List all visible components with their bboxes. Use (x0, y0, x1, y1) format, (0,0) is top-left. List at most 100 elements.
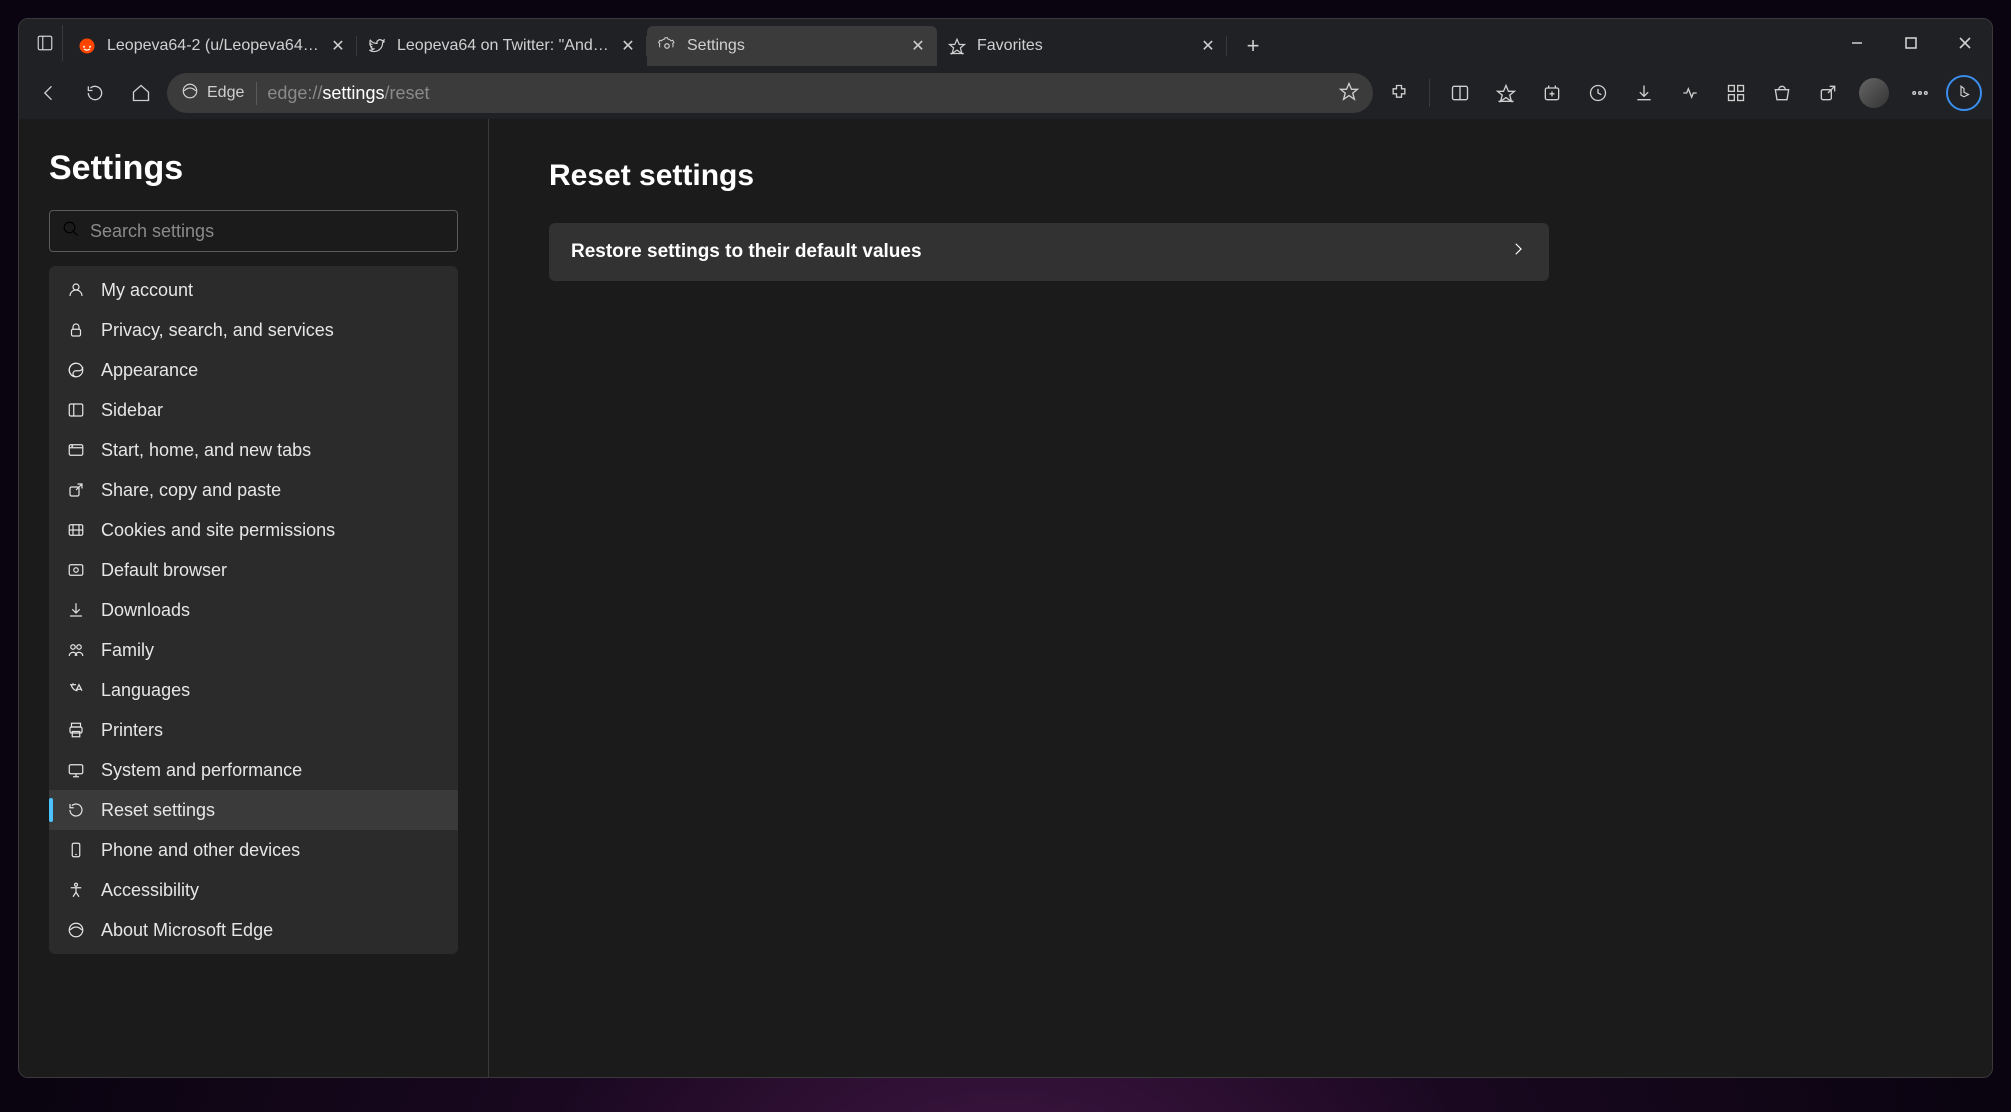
reddit-icon (77, 36, 97, 56)
url-active: settings (322, 83, 384, 103)
sidebar-item-home-tab[interactable]: Start, home, and new tabs (49, 430, 458, 470)
settings-icon (657, 36, 677, 56)
close-tab-button[interactable]: ✕ (619, 37, 637, 55)
site-label: Edge (207, 84, 244, 102)
home-tab-icon (65, 441, 87, 459)
sidebar-item-label: About Microsoft Edge (101, 920, 273, 941)
sidebar-item-lock[interactable]: Privacy, search, and services (49, 310, 458, 350)
collections-button[interactable] (1532, 73, 1572, 113)
sidebar-item-reset[interactable]: Reset settings (49, 790, 458, 830)
bing-chat-button[interactable] (1946, 75, 1982, 111)
new-tab-button[interactable]: + (1235, 28, 1271, 64)
sidebar-item-label: Cookies and site permissions (101, 520, 335, 541)
site-identity[interactable]: Edge (181, 82, 257, 105)
sidebar-item-download[interactable]: Downloads (49, 590, 458, 630)
url-prefix: edge:// (267, 83, 322, 103)
tab-strip: Leopeva64-2 (u/Leopeva64-2) - R ✕ Leopev… (67, 19, 1227, 67)
account-icon (65, 281, 87, 299)
close-tab-button[interactable]: ✕ (909, 37, 927, 55)
favorites-icon (947, 36, 967, 56)
search-settings-input[interactable] (90, 221, 445, 242)
sidebar-icon (65, 401, 87, 419)
tab-title: Settings (687, 37, 899, 55)
minimize-button[interactable] (1830, 19, 1884, 67)
toolbar: Edge edge://settings/reset (19, 67, 1992, 119)
sidebar-item-label: System and performance (101, 760, 302, 781)
downloads-button[interactable] (1624, 73, 1664, 113)
sidebar-item-accessibility[interactable]: Accessibility (49, 870, 458, 910)
restore-defaults-label: Restore settings to their default values (571, 241, 922, 263)
tab-title: Leopeva64-2 (u/Leopeva64-2) - R (107, 37, 319, 55)
search-settings-field[interactable] (49, 210, 458, 252)
back-button[interactable] (29, 73, 69, 113)
apps-button[interactable] (1716, 73, 1756, 113)
sidebar-item-phone[interactable]: Phone and other devices (49, 830, 458, 870)
close-window-button[interactable] (1938, 19, 1992, 67)
share-icon (65, 481, 87, 499)
sidebar-item-label: Appearance (101, 360, 198, 381)
sidebar-item-label: Accessibility (101, 880, 199, 901)
reset-icon (65, 801, 87, 819)
sidebar-item-system[interactable]: System and performance (49, 750, 458, 790)
sidebar-item-family[interactable]: Family (49, 630, 458, 670)
share-page-button[interactable] (1808, 73, 1848, 113)
printer-icon (65, 721, 87, 739)
twitter-icon (367, 36, 387, 56)
close-tab-button[interactable]: ✕ (1199, 37, 1217, 55)
split-screen-button[interactable] (1440, 73, 1480, 113)
lock-icon (65, 321, 87, 339)
family-icon (65, 641, 87, 659)
sidebar-item-label: Start, home, and new tabs (101, 440, 311, 461)
search-icon (62, 220, 80, 243)
more-menu-button[interactable] (1900, 73, 1940, 113)
tab[interactable]: Favorites ✕ (937, 26, 1227, 66)
edge-icon (181, 82, 199, 105)
wellness-button[interactable] (1670, 73, 1710, 113)
extensions-button[interactable] (1379, 73, 1419, 113)
sidebar-item-languages[interactable]: Languages (49, 670, 458, 710)
home-button[interactable] (121, 73, 161, 113)
restore-defaults-button[interactable]: Restore settings to their default values (549, 223, 1549, 281)
settings-main: Reset settings Restore settings to their… (489, 119, 1992, 1077)
favorites-button[interactable] (1486, 73, 1526, 113)
sidebar-item-share[interactable]: Share, copy and paste (49, 470, 458, 510)
sidebar-item-default-browser[interactable]: Default browser (49, 550, 458, 590)
profile-button[interactable] (1854, 73, 1894, 113)
tab[interactable]: Leopeva64 on Twitter: "And here ✕ (357, 26, 647, 66)
edge-icon (65, 921, 87, 939)
settings-title: Settings (49, 149, 458, 188)
close-tab-button[interactable]: ✕ (329, 37, 347, 55)
sidebar-item-label: Privacy, search, and services (101, 320, 334, 341)
favorite-star-button[interactable] (1339, 81, 1359, 106)
tab-actions-button[interactable] (27, 25, 63, 61)
sidebar-item-printer[interactable]: Printers (49, 710, 458, 750)
phone-icon (65, 841, 87, 859)
system-icon (65, 761, 87, 779)
sidebar-item-label: Downloads (101, 600, 190, 621)
tab[interactable]: Leopeva64-2 (u/Leopeva64-2) - R ✕ (67, 26, 357, 66)
maximize-button[interactable] (1884, 19, 1938, 67)
sidebar-item-account[interactable]: My account (49, 270, 458, 310)
languages-icon (65, 681, 87, 699)
sidebar-item-appearance[interactable]: Appearance (49, 350, 458, 390)
chevron-right-icon (1509, 240, 1527, 264)
settings-sidebar: Settings My account Privacy, search, and… (19, 119, 489, 1077)
sidebar-item-label: Phone and other devices (101, 840, 300, 861)
sidebar-item-edge[interactable]: About Microsoft Edge (49, 910, 458, 950)
sidebar-item-label: Reset settings (101, 800, 215, 821)
settings-content: Settings My account Privacy, search, and… (19, 119, 1992, 1077)
tab[interactable]: Settings ✕ (647, 26, 937, 66)
sidebar-item-label: Share, copy and paste (101, 480, 281, 501)
tab-title: Leopeva64 on Twitter: "And here (397, 37, 609, 55)
history-button[interactable] (1578, 73, 1618, 113)
window-controls (1830, 19, 1992, 67)
address-bar[interactable]: Edge edge://settings/reset (167, 73, 1373, 113)
cookies-icon (65, 521, 87, 539)
titlebar: Leopeva64-2 (u/Leopeva64-2) - R ✕ Leopev… (19, 19, 1992, 67)
sidebar-item-label: Printers (101, 720, 163, 741)
sidebar-item-cookies[interactable]: Cookies and site permissions (49, 510, 458, 550)
refresh-button[interactable] (75, 73, 115, 113)
shopping-button[interactable] (1762, 73, 1802, 113)
sidebar-item-sidebar[interactable]: Sidebar (49, 390, 458, 430)
page-title: Reset settings (549, 159, 1932, 193)
